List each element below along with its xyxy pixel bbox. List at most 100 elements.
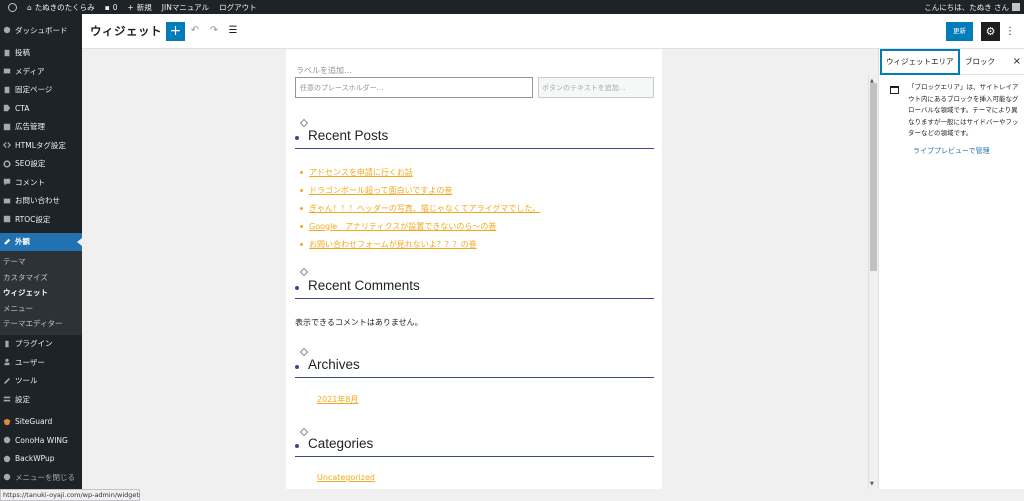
sidebar-item-html-tags[interactable]: HTMLタグ設定: [0, 136, 82, 155]
gear-icon: [3, 160, 11, 168]
jin-manual-link[interactable]: JINマニュアル: [157, 2, 214, 13]
heading-dot-icon: [295, 136, 299, 140]
sidebar-item-tools[interactable]: ツール: [0, 372, 82, 391]
sidebar-item-label: SiteGuard: [15, 417, 53, 427]
scroll-down-arrow-icon[interactable]: ▼: [870, 481, 874, 487]
block-mover-diamond-icon[interactable]: [299, 118, 309, 128]
list-item[interactable]: ドラゴンボール超って面白いですよの巻: [300, 181, 540, 199]
new-content-link[interactable]: + 新規: [123, 2, 157, 13]
comment-bubble-icon: ▪: [104, 2, 110, 12]
archives-heading[interactable]: Archives: [295, 356, 654, 378]
post-link[interactable]: アドセンスを申請に行くお話: [309, 167, 413, 178]
sidebar-item-conoha[interactable]: ConoHa WING: [0, 431, 82, 450]
submenu-item-widgets[interactable]: ウィジェット: [0, 285, 82, 301]
redo-icon[interactable]: ↷: [208, 25, 220, 37]
list-item[interactable]: ぎゃん！！！ヘッダーの写真、猫じゃなくてアライグマでした。: [300, 199, 540, 217]
block-area-icon: [890, 86, 899, 94]
list-item[interactable]: アドセンスを申請に行くお話: [300, 163, 540, 181]
bullet-icon: [300, 242, 303, 246]
post-link[interactable]: ぎゃん！！！ヘッダーの写真、猫じゃなくてアライグマでした。: [309, 203, 540, 214]
undo-icon[interactable]: ↶: [189, 25, 201, 37]
category-link[interactable]: Uncategorized: [317, 473, 375, 482]
submenu-item-customize[interactable]: カスタマイズ: [0, 270, 82, 286]
recent-posts-heading[interactable]: Recent Posts: [295, 127, 654, 149]
appearance-submenu: テーマ カスタマイズ ウィジェット メニュー テーマエディター: [0, 251, 82, 335]
sidebar-item-label: 投稿: [15, 48, 30, 58]
sidebar-item-backwpup[interactable]: BackWPup: [0, 450, 82, 469]
plugin-icon: [3, 340, 11, 348]
settings-gear-button[interactable]: ⚙: [981, 22, 1000, 41]
block-mover-diamond-icon[interactable]: [299, 267, 309, 277]
tab-widget-area[interactable]: ウィジェットエリア: [880, 49, 960, 75]
heading-text: Archives: [308, 357, 360, 372]
sidebar-item-users[interactable]: ユーザー: [0, 353, 82, 372]
sidebar-item-posts[interactable]: 投稿: [0, 44, 82, 63]
submenu-item-menus[interactable]: メニュー: [0, 301, 82, 317]
sidebar-item-comments[interactable]: コメント: [0, 173, 82, 192]
list-view-icon[interactable]: ☰: [227, 25, 239, 37]
sidebar-item-plugins[interactable]: プラグイン: [0, 335, 82, 354]
mail-icon: [3, 197, 11, 205]
sidebar-item-seo[interactable]: SEO設定: [0, 155, 82, 174]
bullet-icon: [300, 224, 303, 228]
sidebar-item-label: HTMLタグ設定: [15, 140, 66, 150]
heading-text: Recent Comments: [308, 278, 420, 293]
wordpress-logo-button[interactable]: [0, 2, 22, 12]
heading-text: Categories: [308, 436, 374, 451]
sidebar-item-cta[interactable]: CTA: [0, 99, 82, 118]
home-icon: ⌂: [27, 2, 32, 12]
site-name-link[interactable]: ⌂ たぬきのたくらみ: [22, 2, 100, 13]
sidebar-item-rtoc[interactable]: RTOC設定: [0, 210, 82, 229]
post-link[interactable]: Google アナリティクスが設置できないのら～の巻: [309, 221, 496, 232]
account-menu[interactable]: こんにちは、たぬき さん: [924, 0, 1020, 14]
list-item[interactable]: Google アナリティクスが設置できないのら～の巻: [300, 217, 540, 235]
backup-icon: [3, 455, 11, 463]
submenu-item-themes[interactable]: テーマ: [0, 254, 82, 270]
sidebar-item-appearance[interactable]: 外観: [0, 232, 82, 251]
sidebar-item-contact[interactable]: お問い合わせ: [0, 192, 82, 211]
categories-heading[interactable]: Categories: [295, 435, 654, 457]
gear-icon: ⚙: [985, 25, 996, 38]
archive-link[interactable]: 2021年8月: [317, 394, 358, 405]
sidebar-item-label: RTOC設定: [15, 214, 51, 224]
settings-inspector: ウィジェットエリア ブロック × 「ブロックエリア」は、サイトレイアウト内にある…: [878, 49, 1024, 489]
site-name-label: たぬきのたくらみ: [34, 2, 95, 12]
heading-dot-icon: [295, 444, 299, 448]
more-vertical-icon: ⋮: [1005, 26, 1015, 37]
list-item[interactable]: お問い合わせフォームが見れないよ？？？の巻: [300, 235, 540, 253]
update-button[interactable]: 更新: [946, 22, 973, 41]
sidebar-item-settings[interactable]: 設定: [0, 390, 82, 409]
add-block-button[interactable]: +: [166, 22, 185, 41]
comments-link[interactable]: ▪ 0: [100, 3, 123, 12]
post-link[interactable]: ドラゴンボール超って面白いですよの巻: [309, 185, 452, 196]
close-icon[interactable]: ×: [1013, 49, 1021, 75]
no-comments-text: 表示できるコメントはありません。: [295, 318, 423, 327]
admin-bar: ⌂ たぬきのたくらみ ▪ 0 + 新規 JINマニュアル ログアウト こんにちは…: [0, 0, 1024, 14]
sidebar-item-media[interactable]: メディア: [0, 62, 82, 81]
editor-canvas: ラベルを追加… 任意のプレースホルダー… ボタンのテキストを追加… Recent…: [82, 49, 878, 489]
page-title: ウィジェット: [90, 24, 162, 38]
canvas-scrollbar[interactable]: ▲ ▼: [868, 76, 877, 489]
collapse-menu-button[interactable]: メニューを閉じる: [0, 468, 82, 487]
post-link[interactable]: お問い合わせフォームが見れないよ？？？の巻: [309, 239, 477, 250]
logout-link[interactable]: ログアウト: [214, 2, 262, 13]
live-preview-link[interactable]: ライブプレビューで管理: [913, 146, 990, 156]
tab-block[interactable]: ブロック: [965, 49, 995, 75]
list-icon: [3, 215, 11, 223]
plus-icon: +: [127, 2, 134, 12]
sidebar-item-ads[interactable]: 広告管理: [0, 118, 82, 137]
sidebar-item-pages[interactable]: 固定ページ: [0, 81, 82, 100]
submenu-item-theme-editor[interactable]: テーマエディター: [0, 316, 82, 332]
sidebar-item-label: ダッシュボード: [15, 25, 68, 35]
sidebar-item-dashboard[interactable]: ダッシュボード: [0, 21, 82, 40]
more-options-button[interactable]: ⋮: [1005, 23, 1015, 40]
sidebar-item-siteguard[interactable]: SiteGuard: [0, 413, 82, 432]
search-input[interactable]: 任意のプレースホルダー…: [295, 77, 533, 98]
editor-header: ウィジェット + ↶ ↷ ☰ 更新 ⚙ ⋮: [82, 14, 1024, 49]
scrollbar-thumb[interactable]: [870, 83, 877, 271]
sidebar-item-label: CTA: [15, 103, 30, 113]
recent-comments-heading[interactable]: Recent Comments: [295, 277, 654, 299]
block-mover-diamond-icon[interactable]: [299, 347, 309, 357]
search-label-field[interactable]: ラベルを追加…: [296, 65, 352, 76]
search-button-text-field[interactable]: ボタンのテキストを追加…: [538, 77, 654, 98]
